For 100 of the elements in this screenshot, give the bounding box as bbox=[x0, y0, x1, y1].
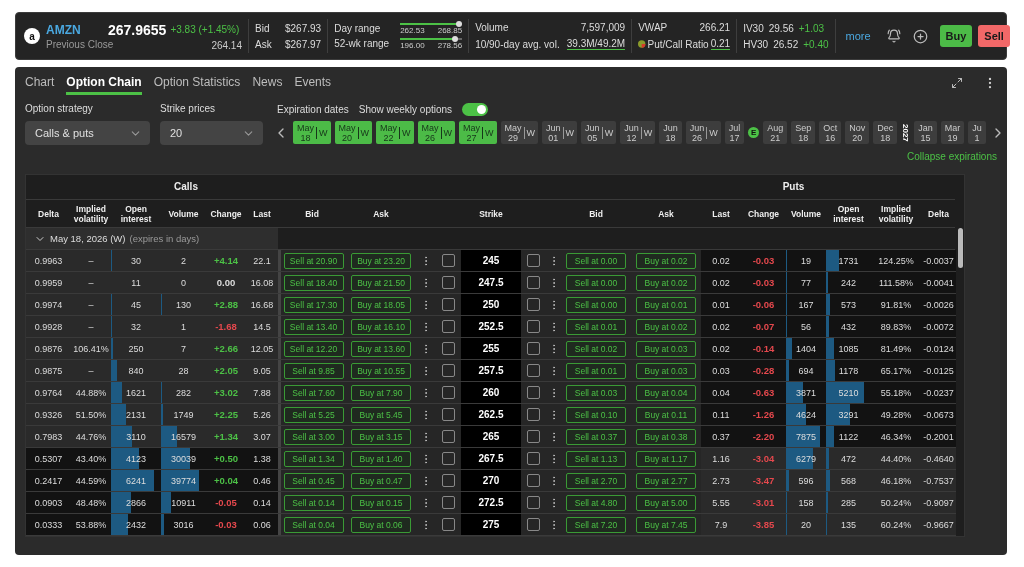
collapse-link[interactable]: Collapse expirations bbox=[906, 151, 997, 162]
add-icon[interactable] bbox=[912, 28, 928, 44]
sell-button[interactable]: Sell at 2.70 bbox=[566, 472, 626, 489]
checkbox[interactable] bbox=[527, 518, 540, 531]
sell-button[interactable]: Sell at 0.03 bbox=[566, 384, 626, 401]
buy-button[interactable]: Buy at 5.00 bbox=[636, 494, 696, 511]
buy-button[interactable]: Buy at 1.17 bbox=[636, 450, 696, 467]
expand-icon[interactable] bbox=[951, 77, 963, 89]
buy-button[interactable]: Buy at 5.45 bbox=[351, 406, 411, 423]
more-link[interactable]: more bbox=[845, 30, 871, 42]
checkbox[interactable] bbox=[527, 320, 540, 333]
buy-button[interactable]: Buy at 0.02 bbox=[636, 252, 696, 269]
expiration-chip[interactable]: Nov 20 bbox=[845, 121, 870, 144]
sell-button[interactable]: Sell at 12.20 bbox=[283, 340, 344, 357]
checkbox[interactable] bbox=[442, 386, 455, 399]
buy-button[interactable]: Buy at 13.60 bbox=[351, 340, 411, 357]
sell-button[interactable]: Sell at 0.14 bbox=[283, 494, 344, 511]
expiration-chip[interactable]: Mar 19 bbox=[940, 121, 965, 144]
sell-button[interactable]: Sell at 3.00 bbox=[283, 428, 344, 445]
tab[interactable]: News bbox=[252, 71, 283, 95]
sell-button[interactable]: Sell at 5.25 bbox=[283, 406, 344, 423]
buy-button[interactable]: Buy bbox=[939, 25, 973, 47]
expiration-chip[interactable]: Jun 18 bbox=[659, 121, 682, 144]
checkbox[interactable] bbox=[442, 254, 455, 267]
checkbox[interactable] bbox=[527, 496, 540, 509]
checkbox[interactable] bbox=[527, 254, 540, 267]
sell-button[interactable]: Sell at 0.01 bbox=[566, 362, 626, 379]
buy-button[interactable]: Buy at 0.47 bbox=[351, 472, 411, 489]
tab[interactable]: Option Statistics bbox=[153, 71, 241, 95]
checkbox[interactable] bbox=[527, 364, 540, 377]
checkbox[interactable] bbox=[527, 430, 540, 443]
buy-button[interactable]: Buy at 16.10 bbox=[351, 318, 411, 335]
sell-button[interactable]: Sell at 0.02 bbox=[566, 340, 626, 357]
checkbox[interactable] bbox=[527, 408, 540, 421]
expiration-chip[interactable]: Jan 15 bbox=[914, 121, 937, 144]
buy-button[interactable]: Buy at 0.02 bbox=[636, 274, 696, 291]
expiration-chip[interactable]: Ju 1 bbox=[968, 121, 986, 144]
sell-button[interactable]: Sell at 0.00 bbox=[566, 274, 626, 291]
checkbox[interactable] bbox=[527, 298, 540, 311]
weekly-toggle[interactable] bbox=[462, 103, 489, 116]
buy-button[interactable]: Buy at 7.45 bbox=[636, 516, 696, 533]
sell-button[interactable]: Sell bbox=[978, 25, 1010, 47]
checkbox[interactable] bbox=[442, 496, 455, 509]
sell-button[interactable]: Sell at 0.37 bbox=[566, 428, 626, 445]
sell-button[interactable]: Sell at 1.34 bbox=[283, 450, 344, 467]
expiration-chip[interactable]: Dec 18 bbox=[873, 121, 898, 144]
sell-button[interactable]: Sell at 0.01 bbox=[566, 318, 626, 335]
buy-button[interactable]: Buy at 0.03 bbox=[636, 340, 696, 357]
expiration-chip[interactable]: Jul 17 bbox=[724, 121, 745, 144]
buy-button[interactable]: Buy at 0.15 bbox=[351, 494, 411, 511]
checkbox[interactable] bbox=[527, 276, 540, 289]
buy-button[interactable]: Buy at 10.55 bbox=[351, 362, 411, 379]
sell-button[interactable]: Sell at 13.40 bbox=[283, 318, 344, 335]
tab[interactable]: Chart bbox=[25, 71, 55, 95]
buy-button[interactable]: Buy at 18.05 bbox=[351, 296, 411, 313]
sell-button[interactable]: Sell at 20.90 bbox=[283, 252, 344, 269]
buy-button[interactable]: Buy at 3.15 bbox=[351, 428, 411, 445]
checkbox[interactable] bbox=[442, 408, 455, 421]
checkbox[interactable] bbox=[527, 474, 540, 487]
strategy-select[interactable]: Calls & puts bbox=[25, 121, 150, 145]
checkbox[interactable] bbox=[442, 342, 455, 355]
checkbox[interactable] bbox=[527, 342, 540, 355]
sell-button[interactable]: Sell at 18.40 bbox=[283, 274, 344, 291]
bell-icon[interactable] bbox=[886, 29, 901, 43]
buy-button[interactable]: Buy at 0.04 bbox=[636, 384, 696, 401]
sell-button[interactable]: Sell at 0.45 bbox=[283, 472, 344, 489]
buy-button[interactable]: Buy at 23.20 bbox=[351, 252, 411, 269]
checkbox[interactable] bbox=[442, 298, 455, 311]
buy-button[interactable]: Buy at 7.90 bbox=[351, 384, 411, 401]
buy-button[interactable]: Buy at 0.11 bbox=[636, 406, 696, 423]
sell-button[interactable]: Sell at 4.80 bbox=[566, 494, 626, 511]
buy-button[interactable]: Buy at 0.06 bbox=[351, 516, 411, 533]
sell-button[interactable]: Sell at 0.00 bbox=[566, 252, 626, 269]
tab[interactable]: Option Chain bbox=[66, 71, 142, 95]
sell-button[interactable]: Sell at 0.00 bbox=[566, 296, 626, 313]
sell-button[interactable]: Sell at 9.85 bbox=[283, 362, 344, 379]
checkbox[interactable] bbox=[442, 474, 455, 487]
ticker-symbol[interactable]: AMZN bbox=[46, 22, 81, 37]
buy-button[interactable]: Buy at 21.50 bbox=[351, 274, 411, 291]
sell-button[interactable]: Sell at 17.30 bbox=[283, 296, 344, 313]
group-header[interactable]: May 18, 2026 (W) (expires in days) bbox=[26, 228, 278, 249]
checkbox[interactable] bbox=[442, 276, 455, 289]
checkbox[interactable] bbox=[442, 320, 455, 333]
tab[interactable]: Events bbox=[294, 71, 332, 95]
checkbox[interactable] bbox=[442, 364, 455, 377]
expiration-chip[interactable]: Sep 18 bbox=[791, 121, 816, 144]
checkbox[interactable] bbox=[442, 430, 455, 443]
buy-button[interactable]: Buy at 1.40 bbox=[351, 450, 411, 467]
checkbox[interactable] bbox=[527, 452, 540, 465]
sell-button[interactable]: Sell at 7.20 bbox=[566, 516, 626, 533]
checkbox[interactable] bbox=[442, 452, 455, 465]
checkbox[interactable] bbox=[527, 386, 540, 399]
sell-button[interactable]: Sell at 1.13 bbox=[566, 450, 626, 467]
buy-button[interactable]: Buy at 0.03 bbox=[636, 362, 696, 379]
sell-button[interactable]: Sell at 0.04 bbox=[283, 516, 344, 533]
expiration-chip[interactable]: Aug 21 bbox=[763, 121, 788, 144]
scrollbar[interactable] bbox=[957, 228, 963, 268]
buy-button[interactable]: Buy at 2.77 bbox=[636, 472, 696, 489]
checkbox[interactable] bbox=[442, 518, 455, 531]
buy-button[interactable]: Buy at 0.01 bbox=[636, 296, 696, 313]
